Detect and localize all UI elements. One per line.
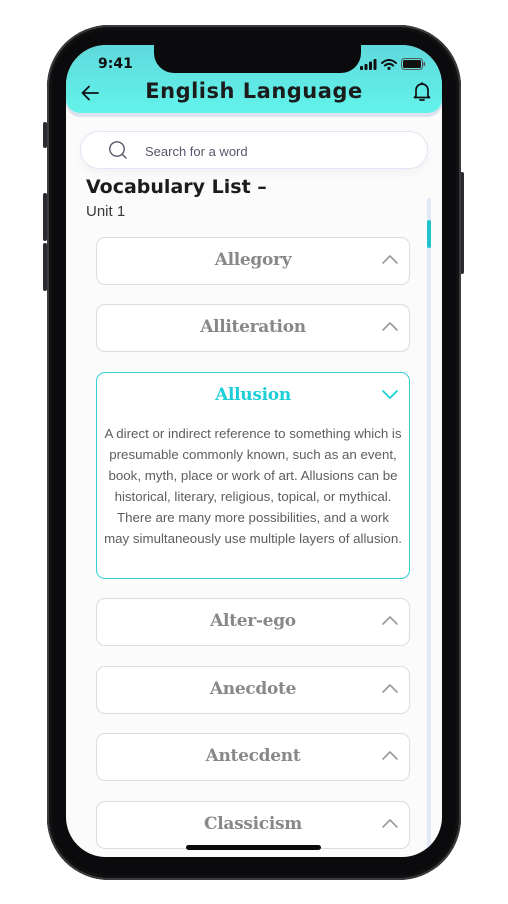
vocab-item-anecdote[interactable]: Anecdote <box>96 666 410 714</box>
signal-icon <box>360 58 377 70</box>
chevron-up-icon[interactable] <box>381 817 399 829</box>
vocab-item-label: Classicism <box>204 814 302 834</box>
vocab-item-alliteration[interactable]: Alliteration <box>96 304 410 352</box>
vocab-item-antecdent[interactable]: Antecdent <box>96 733 410 781</box>
chevron-up-icon[interactable] <box>381 749 399 761</box>
battery-icon <box>401 58 426 70</box>
wifi-icon <box>381 58 397 70</box>
vocab-item-label: Allegory <box>214 250 292 270</box>
status-time: 9:41 <box>98 56 133 72</box>
vocab-item-alter-ego[interactable]: Alter-ego <box>96 598 410 646</box>
vocab-item-allegory[interactable]: Allegory <box>96 237 410 285</box>
search-bar <box>80 131 428 170</box>
chevron-up-icon[interactable] <box>381 320 399 332</box>
vocab-item-label: Alliteration <box>200 317 306 337</box>
page-title: English Language <box>145 79 363 103</box>
chevron-up-icon[interactable] <box>381 682 399 694</box>
search-icon <box>109 141 127 159</box>
bell-icon[interactable] <box>412 81 432 103</box>
vocab-definition: A direct or indirect reference to someth… <box>104 426 402 546</box>
search-input[interactable] <box>143 132 417 170</box>
home-indicator[interactable] <box>186 845 321 850</box>
list-title: Vocabulary List – <box>86 176 267 198</box>
vocab-item-label: Antecdent <box>205 746 301 766</box>
vocab-item-classicism[interactable]: Classicism <box>96 801 410 849</box>
app-screen: 9:41 English Language Search for a word … <box>66 45 442 857</box>
chevron-down-icon[interactable] <box>381 388 399 400</box>
notch <box>154 45 361 73</box>
vocab-item-label: Alter-ego <box>210 611 296 631</box>
vocab-item-label: Anecdote <box>209 679 297 699</box>
vocab-item-label: Allusion <box>215 385 291 405</box>
scrollbar-track[interactable] <box>427 198 431 857</box>
app-header: 9:41 English Language <box>66 45 442 113</box>
chevron-up-icon[interactable] <box>381 253 399 265</box>
chevron-up-icon[interactable] <box>381 614 399 626</box>
list-subtitle: Unit 1 <box>86 203 126 220</box>
vocab-item-allusion[interactable]: Allusion A direct or indirect reference … <box>96 372 410 579</box>
scrollbar-thumb[interactable] <box>427 220 431 248</box>
status-icons <box>360 58 426 70</box>
